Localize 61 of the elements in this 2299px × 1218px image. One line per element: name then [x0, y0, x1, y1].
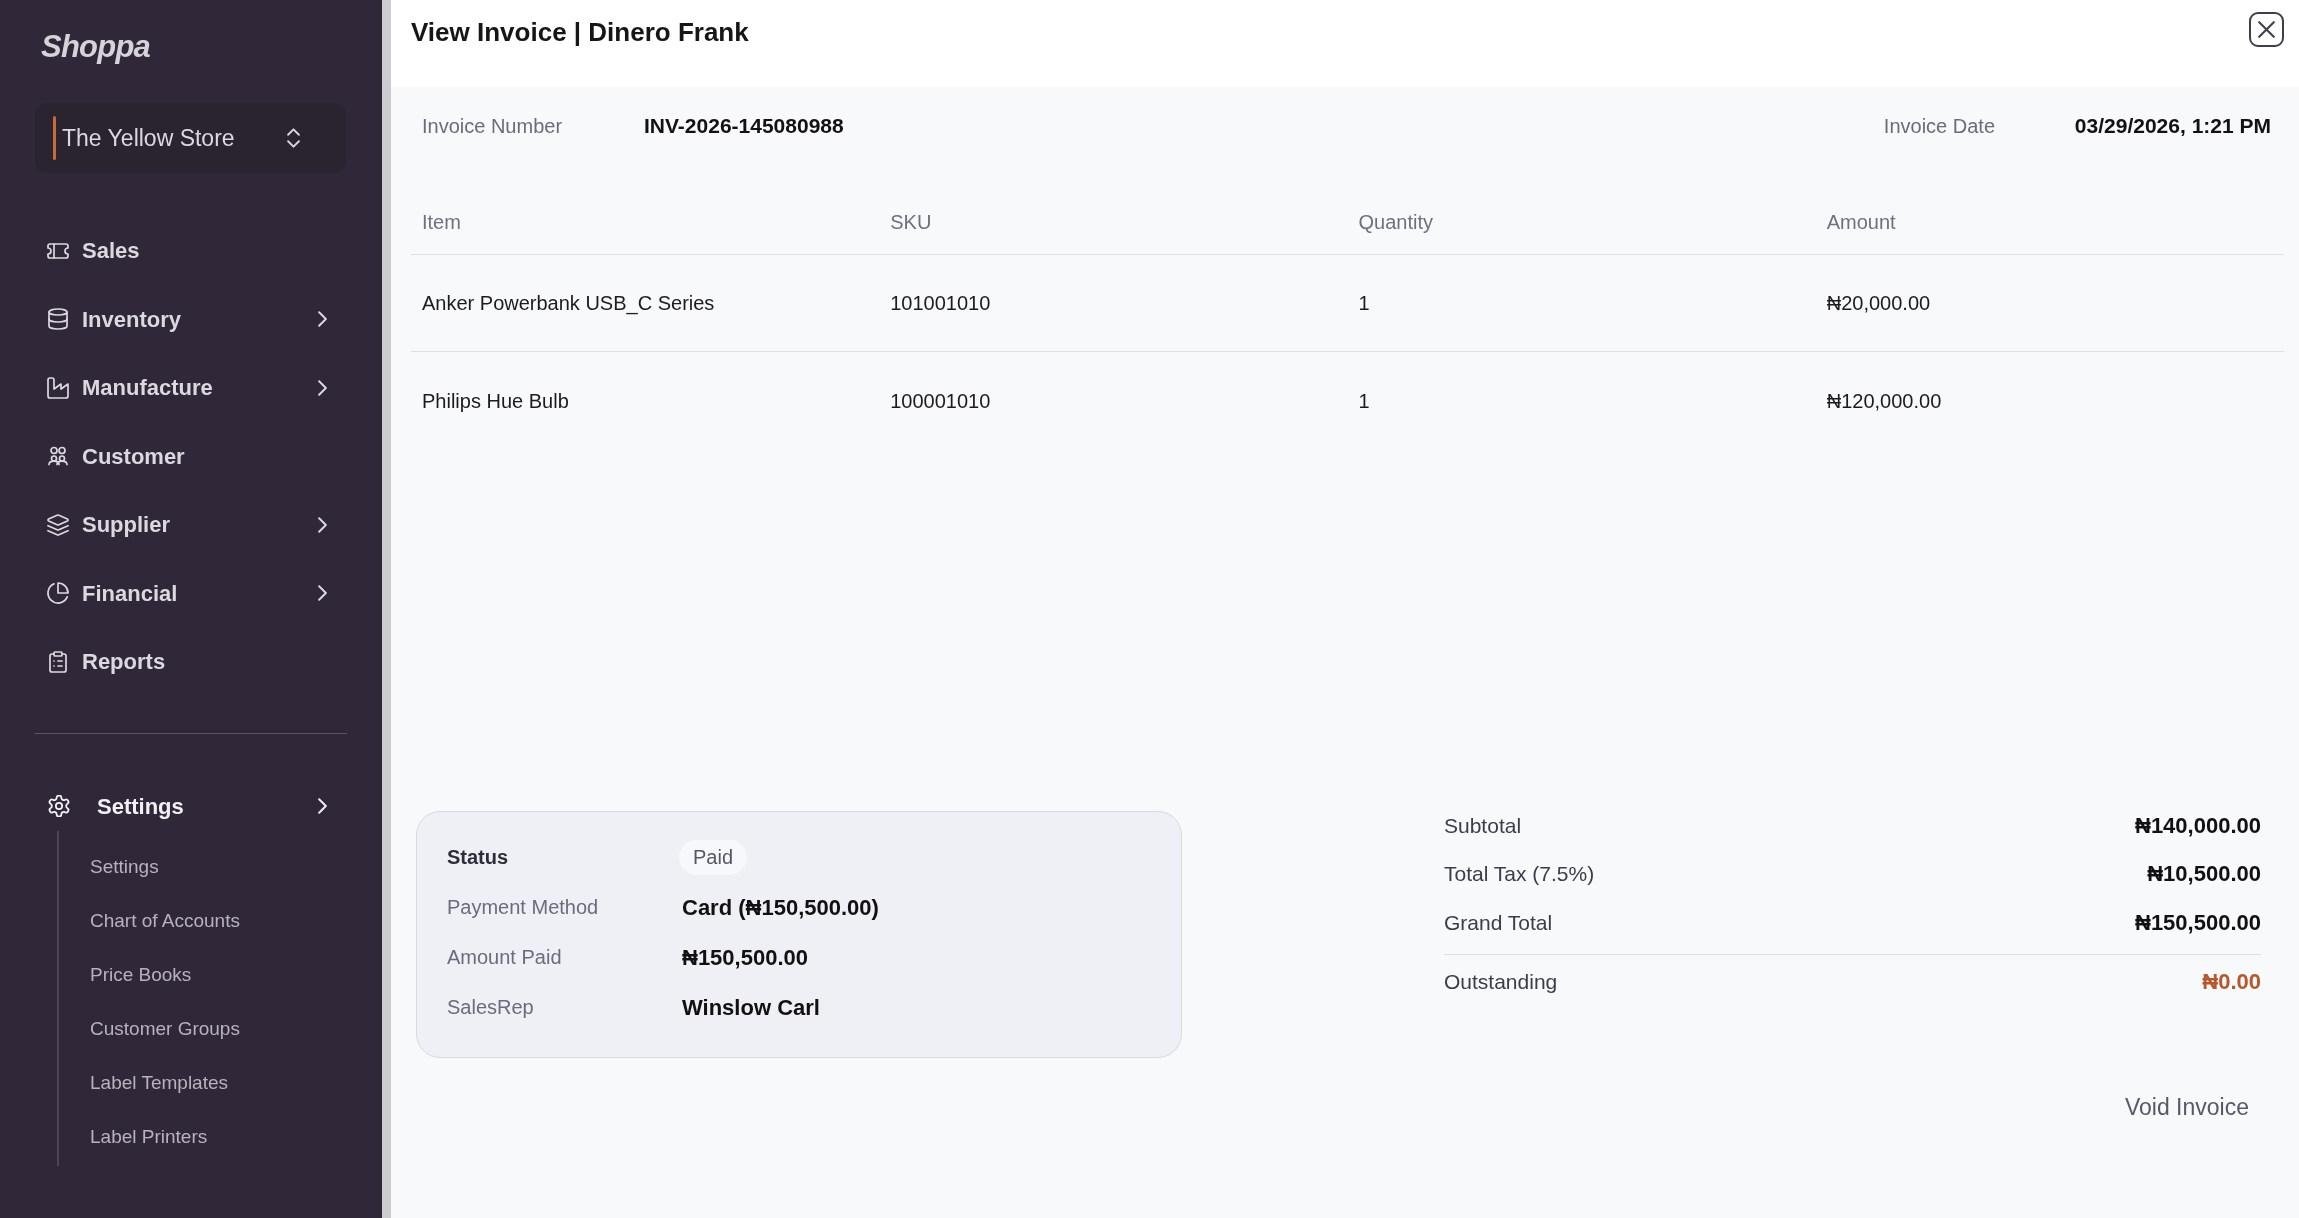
table-cell: 1: [1358, 389, 1370, 412]
nav-item[interactable]: Settings: [35, 781, 347, 831]
detail-label: Status: [447, 846, 509, 868]
nav-item[interactable]: Supplier: [35, 490, 347, 559]
nav-item[interactable]: Financial: [35, 559, 347, 628]
column-header: SKU: [890, 211, 932, 233]
table-cell: ₦120,000.00: [1826, 389, 1942, 412]
nav-subitem[interactable]: Chart of Accounts: [90, 906, 240, 936]
nav-item[interactable]: Inventory: [35, 285, 347, 354]
detail-value: Winslow Carl: [682, 993, 820, 1022]
total-label: Subtotal: [1444, 812, 1522, 839]
field-label: Invoice Date: [1883, 115, 1996, 137]
detail-value: Card (₦150,500.00): [682, 893, 879, 922]
field-value: INV-2026-145080988: [644, 113, 844, 140]
chevrons-up-down-icon: [287, 128, 300, 148]
nav-item[interactable]: Manufacture: [35, 353, 347, 422]
table-cell: Philips Hue Bulb: [422, 389, 569, 412]
nav-item[interactable]: Reports: [35, 627, 347, 696]
table-cell: ₦20,000.00: [1826, 292, 1931, 314]
dialog-title: View Invoice | Dinero Frank: [411, 16, 749, 49]
close-button[interactable]: [2249, 12, 2284, 47]
accent-bar-icon: [53, 116, 56, 160]
table-cell: Anker Powerbank USB_C Series: [422, 292, 715, 314]
nav-subitem[interactable]: Label Printers: [90, 1122, 208, 1152]
total-value: ₦140,000.00: [2135, 811, 2261, 840]
table-cell: 1: [1358, 292, 1370, 314]
settings-icon: [48, 795, 70, 817]
total-label: Outstanding: [1444, 968, 1558, 995]
total-value: ₦10,500.00: [2147, 860, 2261, 889]
field-label: Invoice Number: [422, 115, 563, 137]
nav-subitem[interactable]: Customer Groups: [90, 1014, 240, 1044]
void-invoice-button[interactable]: Void Invoice: [2112, 1085, 2261, 1129]
logo: Shoppa: [41, 29, 150, 65]
total-value: ₦150,500.00: [2135, 908, 2261, 937]
column-header: Item: [422, 211, 461, 233]
total-label: Total Tax (7.5%): [1444, 861, 1595, 887]
nav-item[interactable]: Customer: [35, 422, 347, 491]
column-header: Quantity: [1358, 211, 1433, 233]
clipboard-icon: [47, 650, 69, 673]
status-badge: Paid: [679, 839, 748, 875]
database-icon: [47, 308, 69, 331]
detail-label: SalesRep: [447, 996, 534, 1018]
table-cell: 101001010: [890, 292, 991, 314]
detail-value: ₦150,500.00: [682, 943, 808, 972]
people-icon: [47, 445, 69, 468]
detail-label: Payment Method: [447, 896, 599, 918]
nav-subitem[interactable]: Price Books: [90, 960, 192, 990]
table-cell: 100001010: [890, 389, 991, 412]
total-label: Grand Total: [1444, 909, 1553, 936]
close-icon: [2258, 21, 2275, 38]
detail-label: Amount Paid: [447, 946, 562, 968]
factory-icon: [47, 376, 69, 399]
nav-item[interactable]: Sales: [35, 216, 347, 285]
nav-subitem[interactable]: Label Templates: [90, 1068, 229, 1098]
column-header: Amount: [1826, 211, 1896, 233]
pie-chart-icon: [47, 582, 69, 605]
nav-subitem[interactable]: Settings: [90, 852, 159, 882]
store-selector[interactable]: The Yellow Store: [35, 103, 346, 173]
layers-icon: [47, 513, 69, 536]
field-value: 03/29/2026, 1:21 PM: [2074, 113, 2271, 140]
total-value: ₦0.00: [2202, 968, 2261, 996]
